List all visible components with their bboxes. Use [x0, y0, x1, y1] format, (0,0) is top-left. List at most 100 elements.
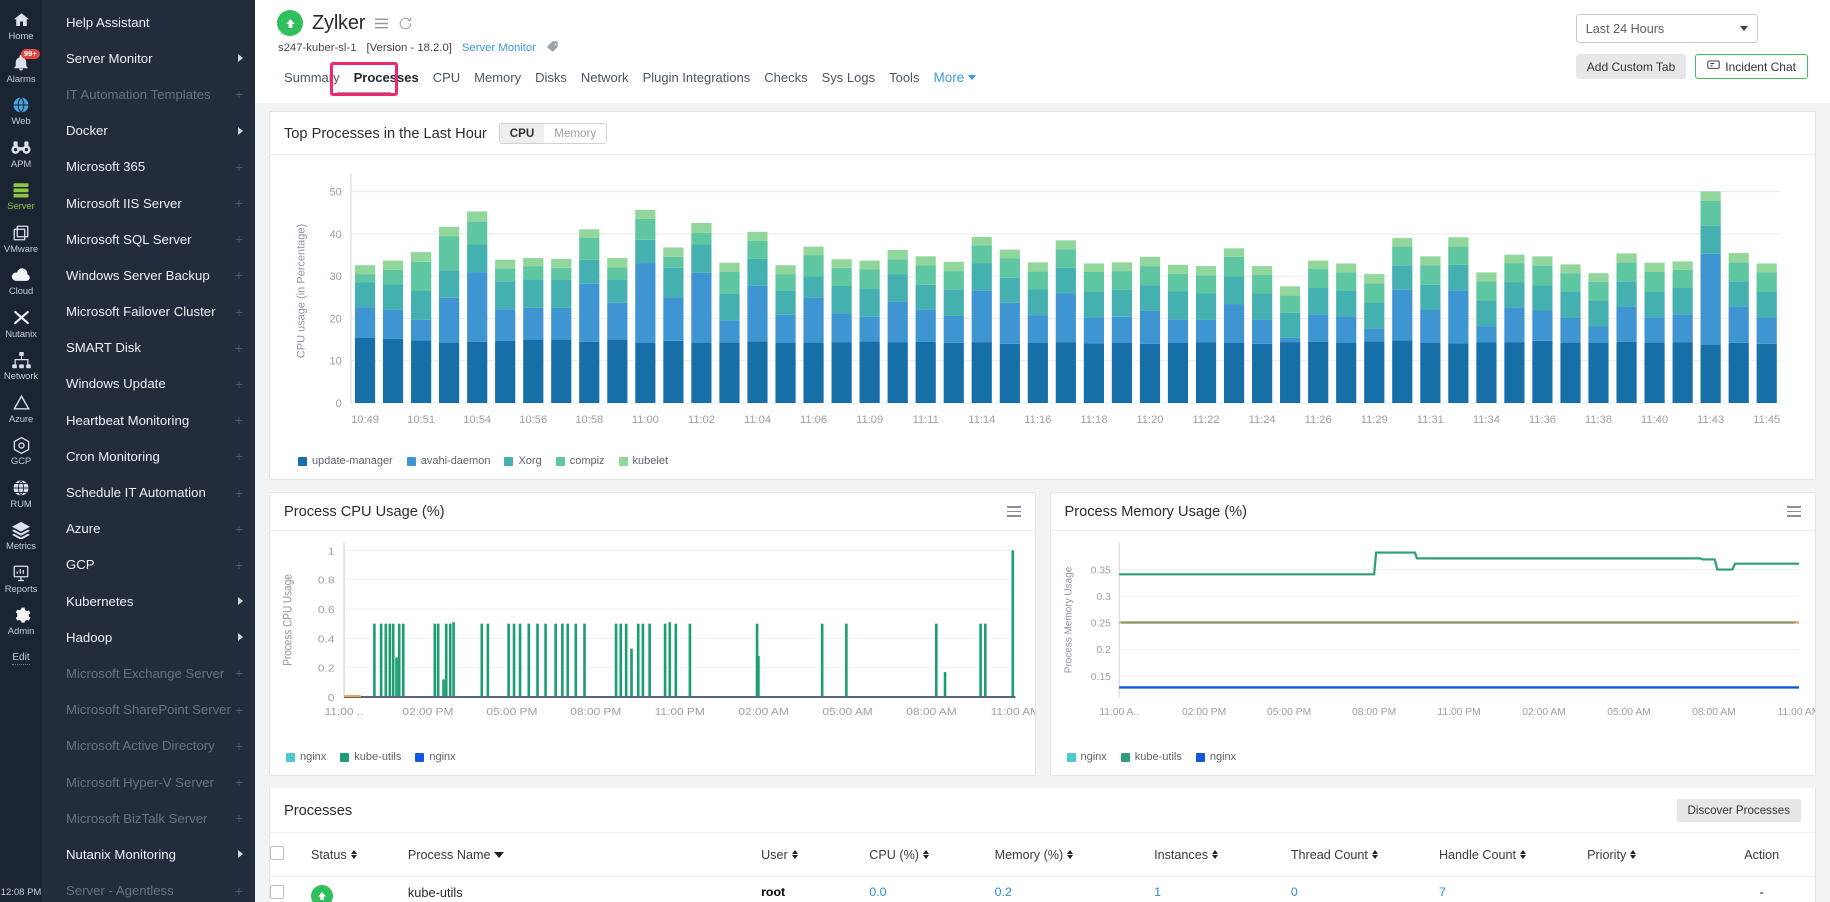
- select-all-checkbox[interactable]: [270, 846, 284, 860]
- plus-icon[interactable]: +: [235, 268, 243, 282]
- plus-icon[interactable]: +: [235, 486, 243, 500]
- legend-item[interactable]: nginx: [286, 751, 326, 763]
- process-name[interactable]: kube-utils: [408, 885, 757, 900]
- add-custom-tab-button[interactable]: Add Custom Tab: [1576, 54, 1687, 79]
- plus-icon[interactable]: +: [235, 87, 243, 101]
- th-handle-count[interactable]: Handle Count: [1439, 833, 1587, 877]
- rail-item-server[interactable]: Server: [0, 174, 42, 217]
- rail-item-vmware[interactable]: VMware: [0, 217, 42, 260]
- sort-icon[interactable]: [1372, 850, 1378, 860]
- plus-icon[interactable]: +: [235, 703, 243, 717]
- th-status[interactable]: Status: [311, 833, 408, 877]
- rail-item-home[interactable]: Home: [0, 4, 42, 47]
- menu-item-docker[interactable]: Docker: [42, 113, 255, 149]
- plus-icon[interactable]: +: [235, 884, 243, 898]
- sort-icon[interactable]: [1630, 850, 1636, 860]
- menu-hamburger-icon[interactable]: [374, 17, 389, 30]
- menu-item-gcp[interactable]: GCP+: [42, 547, 255, 583]
- rail-item-rum[interactable]: RUM: [0, 472, 42, 515]
- menu-item-heartbeat-monitoring[interactable]: Heartbeat Monitoring+: [42, 402, 255, 438]
- sort-desc-icon[interactable]: [494, 852, 504, 858]
- menu-item-microsoft-sharepoint-server[interactable]: Microsoft SharePoint Server+: [42, 692, 255, 728]
- legend-item[interactable]: nginx: [415, 751, 455, 763]
- plus-icon[interactable]: +: [235, 413, 243, 427]
- menu-item-microsoft-iis-server[interactable]: Microsoft IIS Server+: [42, 185, 255, 221]
- plus-icon[interactable]: +: [235, 377, 243, 391]
- legend-item[interactable]: update-manager: [298, 455, 393, 467]
- time-range-select[interactable]: Last 24 Hours: [1576, 14, 1758, 43]
- server-monitor-link[interactable]: Server Monitor: [462, 42, 536, 54]
- plus-icon[interactable]: +: [235, 160, 243, 174]
- plus-icon[interactable]: +: [235, 811, 243, 825]
- rail-item-web[interactable]: Web: [0, 89, 42, 132]
- sort-icon[interactable]: [792, 850, 798, 860]
- discover-processes-button[interactable]: Discover Processes: [1677, 799, 1801, 822]
- th-select-all[interactable]: [270, 833, 311, 877]
- sort-icon[interactable]: [1212, 850, 1218, 860]
- plus-icon[interactable]: +: [235, 196, 243, 210]
- rail-item-reports[interactable]: Reports: [0, 557, 42, 600]
- sort-icon[interactable]: [1520, 850, 1526, 860]
- tab-disks[interactable]: Disks: [528, 66, 574, 94]
- rail-item-nutanix[interactable]: Nutanix: [0, 302, 42, 345]
- rail-edit-link[interactable]: Edit: [12, 652, 29, 665]
- th-process-name[interactable]: Process Name: [408, 833, 761, 877]
- tab-plugin-integrations[interactable]: Plugin Integrations: [636, 66, 758, 94]
- legend-item[interactable]: kube-utils: [340, 751, 401, 763]
- menu-item-nutanix-monitoring[interactable]: Nutanix Monitoring: [42, 836, 255, 872]
- legend-item[interactable]: kube-utils: [1121, 751, 1182, 763]
- tab-processes[interactable]: Processes: [347, 66, 426, 94]
- plus-icon[interactable]: +: [235, 775, 243, 789]
- menu-item-azure[interactable]: Azure+: [42, 511, 255, 547]
- th-instances[interactable]: Instances: [1154, 833, 1291, 877]
- menu-item-microsoft-365[interactable]: Microsoft 365+: [42, 149, 255, 185]
- menu-item-schedule-it-automation[interactable]: Schedule IT Automation+: [42, 474, 255, 510]
- tab-tools[interactable]: Tools: [882, 66, 926, 94]
- sort-icon[interactable]: [1067, 850, 1073, 860]
- process-memory-menu-icon[interactable]: [1787, 506, 1801, 520]
- toggle-cpu[interactable]: CPU: [500, 124, 544, 143]
- legend-item[interactable]: nginx: [1196, 751, 1236, 763]
- tab-memory[interactable]: Memory: [467, 66, 528, 94]
- rail-item-apm[interactable]: APM: [0, 132, 42, 175]
- tag-icon[interactable]: [546, 40, 559, 56]
- tab-more[interactable]: More: [926, 66, 983, 94]
- menu-item-server-monitor[interactable]: Server Monitor: [42, 40, 255, 76]
- tab-summary[interactable]: Summary: [277, 66, 347, 94]
- legend-item[interactable]: kubelet: [619, 455, 668, 467]
- tab-sys-logs[interactable]: Sys Logs: [815, 66, 882, 94]
- th-user[interactable]: User: [761, 833, 869, 877]
- th-memory[interactable]: Memory (%): [995, 833, 1155, 877]
- menu-item-cron-monitoring[interactable]: Cron Monitoring+: [42, 438, 255, 474]
- refresh-icon[interactable]: [398, 16, 413, 31]
- legend-item[interactable]: Xorg: [504, 455, 541, 467]
- tab-checks[interactable]: Checks: [757, 66, 814, 94]
- menu-item-it-automation-templates[interactable]: IT Automation Templates+: [42, 76, 255, 112]
- rail-item-gcp[interactable]: GCP: [0, 429, 42, 472]
- th-priority[interactable]: Priority: [1587, 833, 1712, 877]
- menu-item-microsoft-active-directory[interactable]: Microsoft Active Directory+: [42, 728, 255, 764]
- table-row[interactable]: kube-utils Execution Path : kube-utils |…: [270, 877, 1815, 902]
- plus-icon[interactable]: +: [235, 666, 243, 680]
- rail-item-azure[interactable]: Azure: [0, 387, 42, 430]
- toggle-memory[interactable]: Memory: [544, 124, 606, 143]
- incident-chat-button[interactable]: Incident Chat: [1695, 54, 1808, 79]
- legend-item[interactable]: avahi-daemon: [407, 455, 491, 467]
- menu-item-kubernetes[interactable]: Kubernetes: [42, 583, 255, 619]
- tab-network[interactable]: Network: [574, 66, 636, 94]
- menu-item-microsoft-failover-cluster[interactable]: Microsoft Failover Cluster+: [42, 294, 255, 330]
- menu-item-hadoop[interactable]: Hadoop: [42, 619, 255, 655]
- menu-item-microsoft-sql-server[interactable]: Microsoft SQL Server+: [42, 221, 255, 257]
- rail-item-admin[interactable]: Admin: [0, 599, 42, 642]
- sort-icon[interactable]: [923, 850, 929, 860]
- tab-cpu[interactable]: CPU: [426, 66, 467, 94]
- plus-icon[interactable]: +: [235, 449, 243, 463]
- menu-item-microsoft-biztalk-server[interactable]: Microsoft BizTalk Server+: [42, 800, 255, 836]
- rail-item-alarms[interactable]: 99+ Alarms: [0, 47, 42, 90]
- plus-icon[interactable]: +: [235, 558, 243, 572]
- menu-item-microsoft-exchange-server[interactable]: Microsoft Exchange Server+: [42, 655, 255, 691]
- menu-item-smart-disk[interactable]: SMART Disk+: [42, 330, 255, 366]
- menu-item-windows-update[interactable]: Windows Update+: [42, 366, 255, 402]
- td-select[interactable]: [270, 877, 311, 902]
- process-cpu-menu-icon[interactable]: [1007, 506, 1021, 520]
